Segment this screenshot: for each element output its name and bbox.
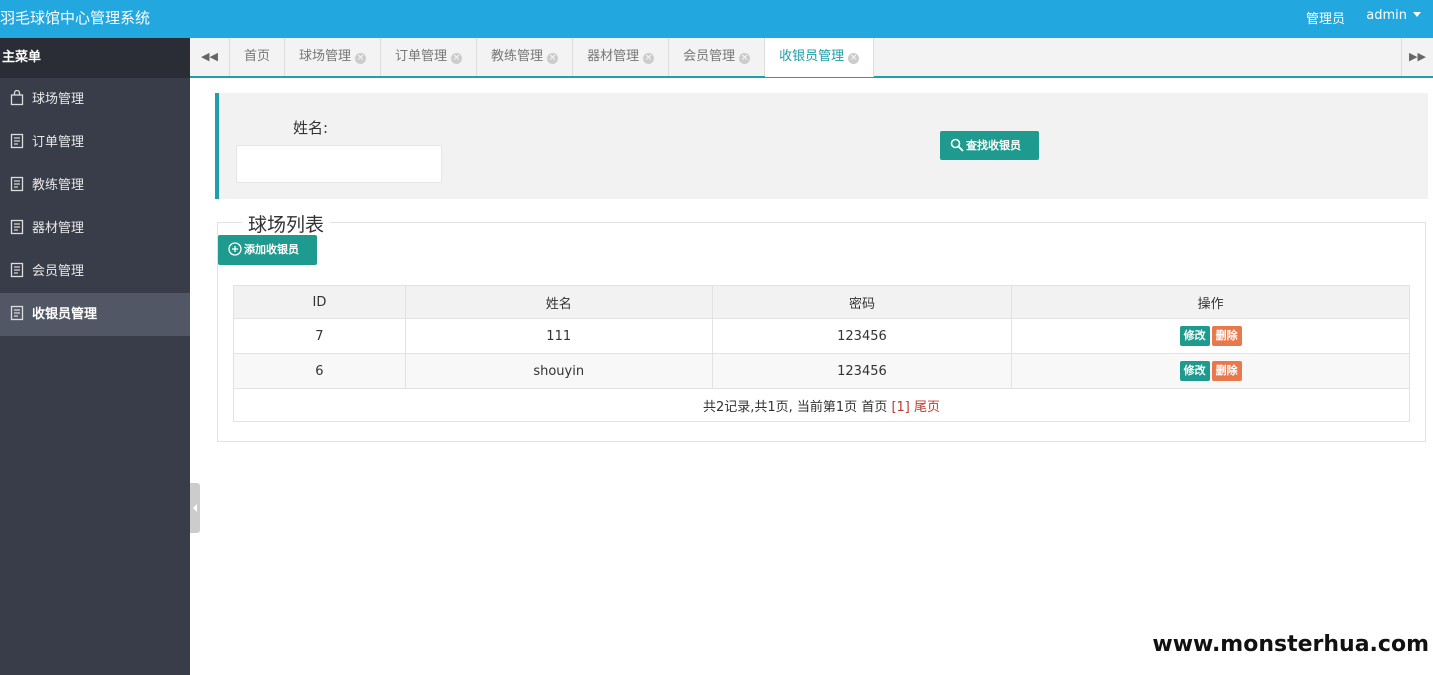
delete-button[interactable]: 删除 xyxy=(1211,361,1242,381)
table-row: 7 111 123456 修改 删除 xyxy=(233,318,1410,354)
sidebar-item-label: 会员管理 xyxy=(32,264,85,279)
username: admin xyxy=(1366,8,1407,23)
tab-close-icon[interactable]: × xyxy=(643,53,655,64)
pagination-summary: 共2记录,共1页, 当前第1页 xyxy=(702,399,858,415)
search-icon xyxy=(950,138,964,152)
cell-id: 7 xyxy=(233,318,406,354)
current-page-link[interactable]: [1] xyxy=(891,400,909,415)
tab-label: 订单管理 xyxy=(395,49,448,64)
tab-label: 收银员管理 xyxy=(779,49,845,64)
list-legend: 球场列表 xyxy=(242,210,331,237)
top-bar: 羽毛球馆中心管理系统 管理员 admin xyxy=(0,0,1433,38)
cell-password: 123456 xyxy=(711,353,1013,389)
edit-button[interactable]: 修改 xyxy=(1179,361,1210,381)
user-menu[interactable]: admin xyxy=(1366,8,1421,23)
cell-actions: 修改 删除 xyxy=(1011,353,1410,389)
document-icon xyxy=(10,210,24,235)
document-icon xyxy=(10,253,24,278)
search-panel: 姓名: 查找收银员 xyxy=(215,93,1428,199)
tab-close-icon[interactable]: × xyxy=(739,53,751,64)
sidebar-item-label: 器材管理 xyxy=(32,221,85,236)
sidebar-item-1[interactable]: 订单管理 xyxy=(0,121,190,164)
tab-label: 会员管理 xyxy=(683,49,736,64)
caret-down-icon xyxy=(1413,12,1421,17)
edit-button[interactable]: 修改 xyxy=(1179,326,1210,346)
tab-close-icon[interactable]: × xyxy=(547,53,559,64)
sidebar-item-label: 教练管理 xyxy=(32,178,85,193)
document-icon xyxy=(10,167,24,192)
column-header-password: 密码 xyxy=(711,285,1013,319)
tab-2[interactable]: 订单管理 × xyxy=(381,38,478,76)
menu-header: 主菜单 xyxy=(0,38,190,78)
tab-close-icon[interactable]: × xyxy=(848,53,860,64)
sidebar-item-label: 订单管理 xyxy=(32,135,85,150)
sidebar-collapse-handle[interactable] xyxy=(190,483,200,533)
tab-scroll-right-icon[interactable]: ▶▶ xyxy=(1401,38,1433,76)
add-cashier-button[interactable]: 添加收银员 xyxy=(218,235,317,265)
tab-label: 教练管理 xyxy=(491,49,544,64)
sidebar-item-label: 收银员管理 xyxy=(32,307,98,322)
sidebar-item-4[interactable]: 会员管理 xyxy=(0,250,190,293)
cell-actions: 修改 删除 xyxy=(1011,318,1410,354)
cashier-table: ID 姓名 密码 操作 7 111 123456 修改 删除 6 shouyin 123456… xyxy=(233,285,1410,422)
cell-name: shouyin xyxy=(404,353,713,389)
tab-label: 首页 xyxy=(244,49,271,64)
menu-list: 球场管理订单管理教练管理器材管理会员管理收银员管理 xyxy=(0,78,190,336)
app-title: 羽毛球馆中心管理系统 xyxy=(0,9,151,27)
last-page-link[interactable]: 尾页 xyxy=(914,400,940,415)
tab-bar: ◀◀ 首页 球场管理 × 订单管理 × 教练管理 × 器材管理 × 会员管理 × 收银员管理 × ▶▶ xyxy=(190,38,1433,78)
first-page-link[interactable]: 首页 xyxy=(861,400,887,415)
add-button-label: 添加收银员 xyxy=(244,243,299,256)
role-link[interactable]: 管理员 xyxy=(1306,8,1345,27)
pagination-row: 共2记录,共1页, 当前第1页 首页 [1] 尾页 xyxy=(233,388,1410,422)
table-header-row: ID 姓名 密码 操作 xyxy=(233,285,1410,319)
tab-close-icon[interactable]: × xyxy=(451,53,463,64)
tab-label: 器材管理 xyxy=(587,49,640,64)
tab-label: 球场管理 xyxy=(299,49,352,64)
table-body: 7 111 123456 修改 删除 6 shouyin 123456 修改 删除 xyxy=(233,318,1410,389)
tab-5[interactable]: 会员管理 × xyxy=(669,38,766,76)
sidebar-item-2[interactable]: 教练管理 xyxy=(0,164,190,207)
document-icon xyxy=(10,296,24,321)
name-label: 姓名: xyxy=(293,119,329,137)
tab-scroll-left-icon[interactable]: ◀◀ xyxy=(190,38,230,76)
sidebar-item-0[interactable]: 球场管理 xyxy=(0,78,190,121)
tab-close-icon[interactable]: × xyxy=(355,53,367,64)
tab-list: 首页 球场管理 × 订单管理 × 教练管理 × 器材管理 × 会员管理 × 收银员管理 × xyxy=(230,38,875,77)
tab-4[interactable]: 器材管理 × xyxy=(573,38,670,76)
bag-icon xyxy=(10,81,24,106)
column-header-name: 姓名 xyxy=(404,285,713,319)
sidebar: 主菜单 球场管理订单管理教练管理器材管理会员管理收银员管理 xyxy=(0,38,190,675)
cell-id: 6 xyxy=(233,353,406,389)
column-header-id: ID xyxy=(233,285,406,319)
tab-0[interactable]: 首页 xyxy=(230,38,286,76)
delete-button[interactable]: 删除 xyxy=(1211,326,1242,346)
table-row: 6 shouyin 123456 修改 删除 xyxy=(233,353,1410,389)
search-cashier-button[interactable]: 查找收银员 xyxy=(940,131,1039,160)
cell-name: 111 xyxy=(404,318,713,354)
watermark: www.monsterhua.com xyxy=(1150,632,1431,657)
name-search-input[interactable] xyxy=(236,145,442,183)
cell-password: 123456 xyxy=(711,318,1013,354)
tab-3[interactable]: 教练管理 × xyxy=(477,38,574,76)
tab-1[interactable]: 球场管理 × xyxy=(285,38,382,76)
document-icon xyxy=(10,124,24,149)
sidebar-item-label: 球场管理 xyxy=(32,92,85,107)
pagination: 共2记录,共1页, 当前第1页 首页 [1] 尾页 xyxy=(233,388,1410,422)
plus-circle-icon xyxy=(228,242,242,256)
sidebar-item-3[interactable]: 器材管理 xyxy=(0,207,190,250)
search-button-label: 查找收银员 xyxy=(966,139,1021,152)
tab-6[interactable]: 收银员管理 × xyxy=(765,38,875,77)
column-header-actions: 操作 xyxy=(1011,285,1410,319)
sidebar-item-5[interactable]: 收银员管理 xyxy=(0,293,190,336)
